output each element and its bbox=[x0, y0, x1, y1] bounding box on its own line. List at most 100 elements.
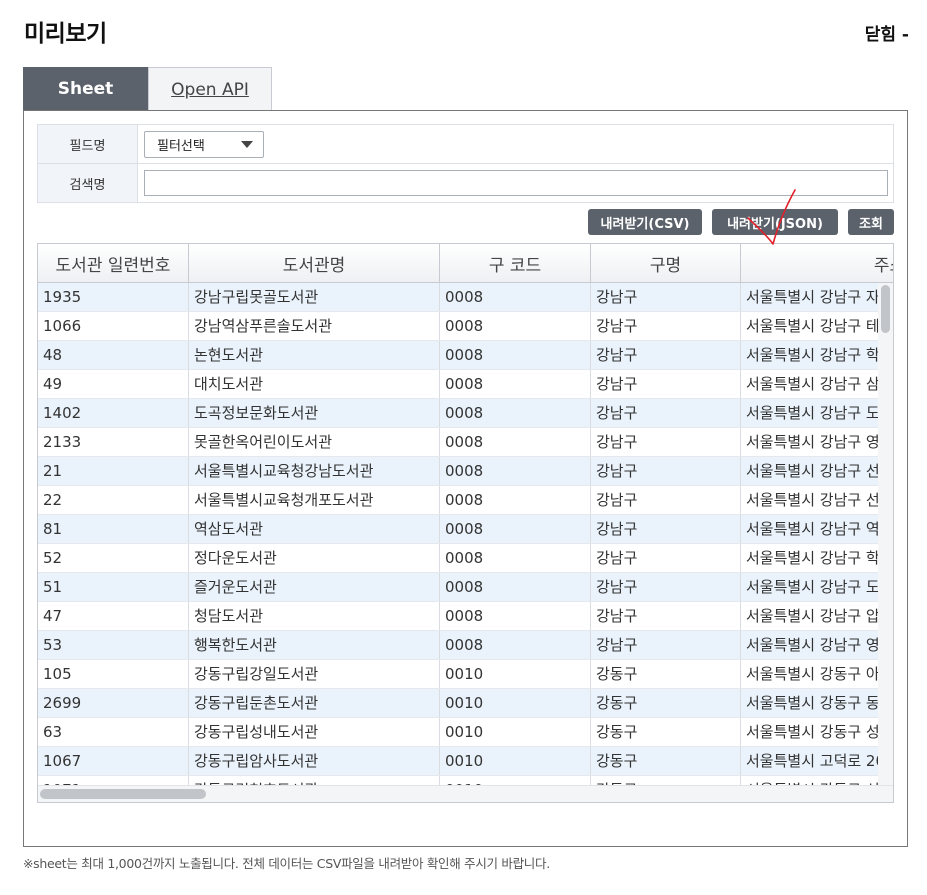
table-cell: 강동구립둔촌도서관 bbox=[189, 689, 440, 717]
table-cell: 0008 bbox=[440, 457, 591, 485]
download-csv-button[interactable]: 내려받기(CSV) bbox=[588, 209, 702, 235]
page-title: 미리보기 bbox=[24, 21, 107, 47]
table-cell: 서울특별시교육청개포도서관 bbox=[189, 486, 440, 514]
table-cell: 1067 bbox=[38, 747, 189, 775]
table-row[interactable]: 1935 강남구립못골도서관 0008 강남구 서울특별시 강남구 자 bbox=[38, 283, 880, 312]
table-row[interactable]: 1402 도곡정보문화도서관 0008 강남구 서울특별시 강남구 도 bbox=[38, 399, 880, 428]
grid-body: 1935 강남구립못골도서관 0008 강남구 서울특별시 강남구 자 1066 강남역삼푸… bbox=[38, 283, 880, 786]
table-cell: 서울특별시 강남구 도 bbox=[746, 404, 880, 422]
tab-sheet[interactable]: Sheet bbox=[23, 67, 148, 111]
table-cell: 서울특별시 강남구 테 bbox=[746, 317, 880, 335]
sheet-panel: 필드명 필터선택 검색명 내려받기(CSV) 내려받기(JSON) 조회 도서관… bbox=[23, 110, 908, 847]
table-cell: 대치도서관 bbox=[189, 370, 440, 398]
table-row[interactable]: 53 행복한도서관 0008 강남구 서울특별시 강남구 영 bbox=[38, 631, 880, 660]
table-cell: 0008 bbox=[440, 602, 591, 630]
table-cell: 22 bbox=[38, 486, 189, 514]
table-cell: 0008 bbox=[440, 515, 591, 543]
table-row[interactable]: 22 서울특별시교육청개포도서관 0008 강남구 서울특별시 강남구 선 bbox=[38, 486, 880, 515]
vertical-scroll-thumb[interactable] bbox=[881, 285, 890, 333]
table-cell: 0010 bbox=[440, 718, 591, 746]
table-cell: 0008 bbox=[440, 341, 591, 369]
tab-open-api[interactable]: Open API bbox=[148, 67, 272, 111]
table-row[interactable]: 21 서울특별시교육청강남도서관 0008 강남구 서울특별시 강남구 선 bbox=[38, 457, 880, 486]
table-cell: 53 bbox=[38, 631, 189, 659]
field-select[interactable]: 필터선택 bbox=[144, 130, 264, 158]
column-header[interactable]: 주소 bbox=[741, 244, 893, 283]
table-cell: 서울특별시교육청강남도서관 bbox=[189, 457, 440, 485]
table-cell: 49 bbox=[38, 370, 189, 398]
search-label: 검색명 bbox=[37, 163, 138, 203]
caret-down-icon bbox=[241, 140, 253, 148]
horizontal-scrollbar[interactable] bbox=[38, 785, 893, 802]
horizontal-scroll-thumb[interactable] bbox=[40, 789, 206, 799]
table-row[interactable]: 1067 강동구립암사도서관 0010 강동구 서울특별시 고덕로 20 bbox=[38, 747, 880, 776]
table-cell: 강남구 bbox=[591, 486, 741, 514]
tab-bar: Sheet Open API bbox=[23, 67, 272, 111]
close-button[interactable]: 닫힘 - bbox=[865, 20, 909, 45]
table-cell: 0008 bbox=[440, 428, 591, 456]
table-row[interactable]: 47 청담도서관 0008 강남구 서울특별시 강남구 압 bbox=[38, 602, 880, 631]
table-row[interactable]: 2133 못골한옥어린이도서관 0008 강남구 서울특별시 강남구 영 bbox=[38, 428, 880, 457]
table-cell: 강동구립암사도서관 bbox=[189, 747, 440, 775]
table-cell: 행복한도서관 bbox=[189, 631, 440, 659]
table-cell: 서울특별시 강동구 성 bbox=[746, 723, 880, 741]
table-cell: 0008 bbox=[440, 631, 591, 659]
download-json-button[interactable]: 내려받기(JSON) bbox=[712, 209, 838, 235]
table-cell: 0008 bbox=[440, 486, 591, 514]
field-name-label: 필드명 bbox=[37, 124, 138, 164]
table-cell: 강동구 bbox=[591, 689, 741, 717]
table-row[interactable]: 51 즐거운도서관 0008 강남구 서울특별시 강남구 도 bbox=[38, 573, 880, 602]
table-row[interactable]: 2699 강동구립둔촌도서관 0010 강동구 서울특별시 강동구 동 bbox=[38, 689, 880, 718]
table-row[interactable]: 1066 강남역삼푸른솔도서관 0008 강남구 서울특별시 강남구 테 bbox=[38, 312, 880, 341]
column-header[interactable]: 구명 bbox=[591, 244, 741, 283]
field-select-value: 필터선택 bbox=[157, 138, 205, 154]
table-cell: 2699 bbox=[38, 689, 189, 717]
table-cell: 0008 bbox=[440, 573, 591, 601]
search-button[interactable]: 조회 bbox=[848, 209, 894, 235]
table-cell: 강남구 bbox=[591, 341, 741, 369]
table-cell: 도곡정보문화도서관 bbox=[189, 399, 440, 427]
table-cell: 강남구 bbox=[591, 428, 741, 456]
table-cell: 논현도서관 bbox=[189, 341, 440, 369]
table-row[interactable]: 52 정다운도서관 0008 강남구 서울특별시 강남구 학 bbox=[38, 544, 880, 573]
table-cell: 0008 bbox=[440, 544, 591, 572]
data-grid: 도서관 일련번호 도서관명 구 코드 구명 주소 1935강남구립못골도서관00… bbox=[37, 243, 894, 803]
table-cell: 강남구 bbox=[591, 631, 741, 659]
table-cell: 서울특별시 강남구 압 bbox=[746, 607, 880, 625]
table-cell: 강동구 bbox=[591, 747, 741, 775]
table-row[interactable]: 48 논현도서관 0008 강남구 서울특별시 강남구 학 bbox=[38, 341, 880, 370]
table-cell: 서울특별시 고덕로 20 bbox=[746, 752, 880, 770]
vertical-scrollbar[interactable] bbox=[878, 283, 893, 786]
table-cell: 강남구 bbox=[591, 544, 741, 572]
table-cell: 강남구 bbox=[591, 573, 741, 601]
table-row[interactable]: 105 강동구립강일도서관 0010 강동구 서울특별시 강동구 아 bbox=[38, 660, 880, 689]
table-cell: 청담도서관 bbox=[189, 602, 440, 630]
table-row[interactable]: 49 대치도서관 0008 강남구 서울특별시 강남구 삼 bbox=[38, 370, 880, 399]
column-header[interactable]: 도서관 일련번호 bbox=[38, 244, 189, 283]
table-cell: 52 bbox=[38, 544, 189, 572]
table-cell: 0008 bbox=[440, 399, 591, 427]
table-cell: 강남구 bbox=[591, 602, 741, 630]
table-cell: 서울특별시 강동구 아 bbox=[746, 665, 880, 683]
table-cell: 서울특별시 강남구 도 bbox=[746, 578, 880, 596]
table-cell: 0010 bbox=[440, 689, 591, 717]
table-cell: 못골한옥어린이도서관 bbox=[189, 428, 440, 456]
table-cell: 48 bbox=[38, 341, 189, 369]
grid-header: 도서관 일련번호 도서관명 구 코드 구명 주소 bbox=[38, 244, 893, 283]
search-input[interactable] bbox=[144, 170, 888, 196]
table-cell: 서울특별시 강남구 역 bbox=[746, 520, 880, 538]
table-cell: 강동구 bbox=[591, 660, 741, 688]
table-cell: 서울특별시 강남구 선 bbox=[746, 462, 880, 480]
table-row[interactable]: 63 강동구립성내도서관 0010 강동구 서울특별시 강동구 성 bbox=[38, 718, 880, 747]
table-cell: 0010 bbox=[440, 660, 591, 688]
table-cell: 81 bbox=[38, 515, 189, 543]
table-cell: 강동구립강일도서관 bbox=[189, 660, 440, 688]
column-header[interactable]: 구 코드 bbox=[440, 244, 591, 283]
notice-text: ※sheet는 최대 1,000건까지 노출됩니다. 전체 데이터는 CSV파일… bbox=[23, 856, 550, 871]
table-cell: 서울특별시 강남구 선 bbox=[746, 491, 880, 509]
table-cell: 강남구립못골도서관 bbox=[189, 283, 440, 311]
table-cell: 21 bbox=[38, 457, 189, 485]
table-cell: 1066 bbox=[38, 312, 189, 340]
table-row[interactable]: 81 역삼도서관 0008 강남구 서울특별시 강남구 역 bbox=[38, 515, 880, 544]
column-header[interactable]: 도서관명 bbox=[189, 244, 440, 283]
